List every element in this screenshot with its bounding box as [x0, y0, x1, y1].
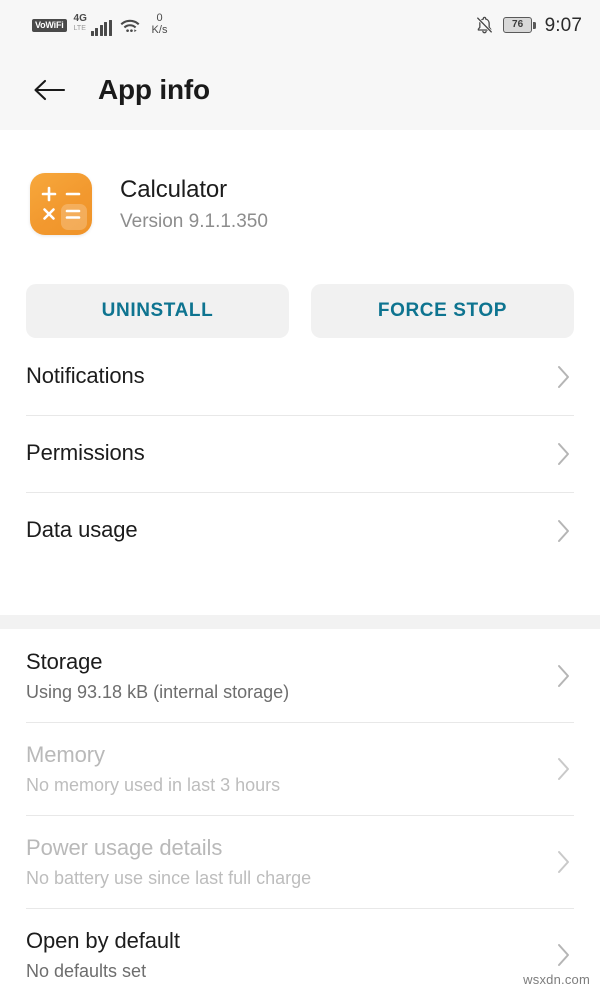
- chevron-right-icon: [557, 664, 574, 688]
- list-item-power-usage-details[interactable]: Power usage details No battery use since…: [26, 815, 574, 908]
- vowifi-icon: VoWiFi: [32, 18, 67, 32]
- row-text: Notifications: [26, 362, 145, 391]
- status-bar-left: VoWiFi 4G LTE 0 K/s: [32, 13, 167, 36]
- row-text: Data usage: [26, 516, 138, 545]
- list-item-label: Notifications: [26, 363, 145, 389]
- list-item-subtitle: Using 93.18 kB (internal storage): [26, 681, 290, 702]
- chevron-right-icon: [557, 757, 574, 781]
- chevron-right-icon: [557, 365, 574, 389]
- back-button[interactable]: [28, 69, 70, 111]
- app-info-screen: VoWiFi 4G LTE 0 K/s 76 9:07 App info Cal…: [0, 0, 600, 994]
- app-name: Calculator: [120, 175, 228, 203]
- list-item-subtitle: No defaults set: [26, 960, 147, 981]
- page-title: App info: [98, 74, 210, 105]
- app-header: Calculator Version 9.1.1.350: [0, 130, 600, 248]
- cellular-signal-icon: 4G LTE: [74, 14, 112, 36]
- network-sub-label: LTE: [73, 25, 86, 32]
- row-text: Power usage details No battery use since…: [26, 834, 311, 889]
- battery-level-label: 76: [512, 19, 524, 30]
- list-item-notifications[interactable]: Notifications: [26, 338, 574, 415]
- list-item-label: Data usage: [26, 517, 138, 543]
- list-item-label: Permissions: [26, 440, 145, 466]
- network-speed-indicator: 0 K/s: [152, 13, 168, 36]
- row-text: Permissions: [26, 439, 145, 468]
- list-item-subtitle: No memory used in last 3 hours: [26, 774, 281, 795]
- title-bar: App info: [0, 50, 600, 130]
- list-item-data-usage[interactable]: Data usage: [26, 492, 574, 569]
- status-bar-clock: 9:07: [544, 14, 582, 36]
- network-generation-label: 4G: [73, 13, 87, 24]
- list-item-label: Power usage details: [26, 834, 223, 860]
- bell-muted-icon: [475, 15, 494, 35]
- action-buttons: UNINSTALL FORCE STOP: [0, 284, 600, 338]
- signal-bars: [90, 20, 112, 36]
- list-item-open-by-default[interactable]: Open by default No defaults set: [26, 908, 574, 994]
- list-item-label: Open by default: [26, 927, 180, 953]
- status-bar: VoWiFi 4G LTE 0 K/s 76 9:07: [0, 0, 600, 50]
- settings-list-secondary: Storage Using 93.18 kB (internal storage…: [0, 629, 600, 994]
- row-text: Open by default No defaults set: [26, 927, 180, 982]
- battery-icon: 76: [503, 17, 536, 33]
- uninstall-button[interactable]: UNINSTALL: [26, 284, 289, 338]
- settings-list-primary: Notifications Permissions Data usage: [0, 338, 600, 569]
- settings-section-secondary: Storage Using 93.18 kB (internal storage…: [0, 629, 600, 994]
- list-item-memory[interactable]: Memory No memory used in last 3 hours: [26, 722, 574, 815]
- chevron-right-icon: [557, 519, 574, 543]
- network-speed-unit: K/s: [151, 24, 168, 36]
- list-item-subtitle: No battery use since last full charge: [26, 867, 312, 888]
- list-item-permissions[interactable]: Permissions: [26, 415, 574, 492]
- list-item-storage[interactable]: Storage Using 93.18 kB (internal storage…: [26, 629, 574, 722]
- status-bar-right: 76 9:07: [475, 15, 582, 35]
- wifi-icon: [119, 16, 141, 34]
- list-item-label: Storage: [26, 648, 103, 674]
- calculator-app-icon: [30, 173, 92, 235]
- force-stop-button[interactable]: FORCE STOP: [311, 284, 574, 338]
- list-item-label: Memory: [26, 741, 105, 767]
- app-meta: Calculator Version 9.1.1.350: [120, 175, 268, 234]
- row-text: Memory No memory used in last 3 hours: [26, 741, 280, 796]
- header-area: VoWiFi 4G LTE 0 K/s 76 9:07 App info: [0, 0, 600, 130]
- watermark: wsxdn.com: [523, 972, 590, 987]
- app-version: Version 9.1.1.350: [120, 210, 268, 232]
- chevron-right-icon: [557, 442, 574, 466]
- row-text: Storage Using 93.18 kB (internal storage…: [26, 648, 289, 703]
- section-divider: [0, 615, 600, 629]
- chevron-right-icon: [557, 850, 574, 874]
- chevron-right-icon: [557, 943, 574, 967]
- settings-section-primary: Notifications Permissions Data usage: [0, 338, 600, 569]
